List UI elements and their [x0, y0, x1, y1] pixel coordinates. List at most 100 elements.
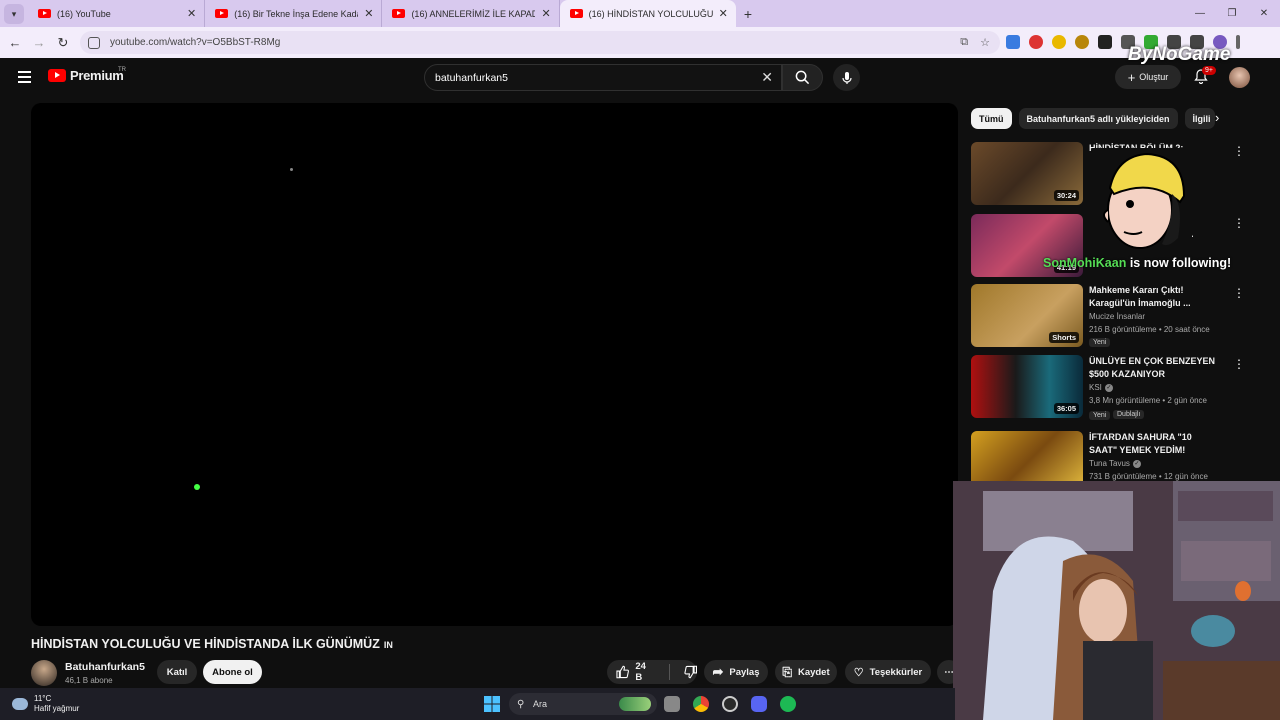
- browser-tab[interactable]: (16) ANNELERİMİZ İLE KAPADO ✕: [382, 0, 560, 27]
- browser-tab[interactable]: (16) YouTube ✕: [28, 0, 206, 27]
- recommendation-item[interactable]: Shorts Mahkeme Kararı Çıktı! Karagül'ün …: [971, 284, 1245, 348]
- new-tab-button[interactable]: +: [744, 0, 752, 27]
- thanks-button[interactable]: ♡ Teşekkürler: [845, 660, 931, 684]
- thanks-label: Teşekkürler: [869, 666, 923, 678]
- youtube-icon: [569, 9, 583, 18]
- back-icon[interactable]: ←: [3, 35, 27, 50]
- obs-icon[interactable]: [722, 696, 738, 712]
- bookmark-icon: ⎘: [782, 664, 792, 679]
- search-input[interactable]: batuhanfurkan5 ✕: [424, 64, 782, 91]
- more-options-icon[interactable]: ⋮: [1233, 144, 1245, 158]
- extension-icon[interactable]: [1075, 35, 1089, 49]
- subscribe-button[interactable]: Abone ol: [203, 660, 262, 684]
- chip-related[interactable]: İlgili: [1184, 108, 1215, 129]
- browser-tab-active[interactable]: (16) HİNDİSTAN YOLCULUĞU V ✕: [559, 0, 736, 27]
- browser-tab[interactable]: (16) Bir Tekne İnşa Edene Kadar ✕: [205, 0, 383, 27]
- more-options-icon[interactable]: ⋮: [1233, 286, 1245, 300]
- forward-icon[interactable]: →: [27, 35, 51, 50]
- extension-icon[interactable]: [1029, 35, 1043, 49]
- close-window-icon[interactable]: ✕: [1248, 0, 1280, 27]
- taskbar-search[interactable]: ⚲ Ara: [509, 693, 657, 715]
- verified-icon: ✓: [1132, 459, 1141, 468]
- install-icon[interactable]: ⧉: [960, 36, 968, 49]
- search-button[interactable]: [782, 64, 823, 91]
- search-icon: [795, 70, 810, 85]
- recommendation-meta: 216 B görüntüleme • 20 saat önce: [1089, 325, 1210, 334]
- recommendation-title[interactable]: İFTARDAN SAHURA "10 SAAT" YEMEK YEDİM!: [1089, 431, 1217, 457]
- more-options-icon[interactable]: ⋮: [1233, 357, 1245, 371]
- youtube-icon: [392, 9, 406, 18]
- share-button[interactable]: ➦ Paylaş: [704, 660, 768, 684]
- tab-title: (16) Bir Tekne İnşa Edene Kadar: [234, 8, 359, 19]
- video-title: HİNDİSTAN YOLCULUĞU VE HİNDİSTANDA İLK G…: [31, 637, 393, 651]
- bookmark-star-icon[interactable]: ☆: [980, 36, 990, 49]
- recommendation-channel-row[interactable]: KSI ✓: [1089, 383, 1113, 392]
- chip-all[interactable]: Tümü: [971, 108, 1012, 129]
- clear-search-icon[interactable]: ✕: [761, 69, 773, 86]
- close-tab-icon[interactable]: ✕: [541, 7, 550, 20]
- channel-avatar[interactable]: [31, 660, 57, 686]
- recommendation-channel[interactable]: KSI: [1089, 383, 1102, 392]
- task-view-icon[interactable]: [664, 696, 680, 712]
- recommendation-title[interactable]: Mahkeme Kararı Çıktı! Karagül'ün İmamoğl…: [1089, 284, 1217, 310]
- recommendation-channel[interactable]: Tuna Tavus: [1089, 459, 1130, 468]
- voice-search-button[interactable]: [833, 64, 860, 91]
- webcam-scene-image: [953, 481, 1280, 720]
- video-speck: [290, 168, 293, 171]
- channel-subscribers: 46,1 B abone: [65, 676, 113, 685]
- youtube-header: Premium TR batuhanfurkan5 ✕ + Oluştur 9+: [0, 58, 1280, 98]
- more-options-icon[interactable]: ⋮: [1233, 216, 1245, 230]
- browser-tab-bar: ▾ (16) YouTube ✕ (16) Bir Tekne İnşa Eden…: [0, 0, 1280, 27]
- discord-icon[interactable]: [751, 696, 767, 712]
- youtube-premium-logo[interactable]: Premium TR: [48, 67, 126, 83]
- new-badge: Yeni: [1089, 338, 1111, 347]
- minimize-icon[interactable]: —: [1184, 0, 1216, 27]
- like-button[interactable]: 24 B: [616, 661, 655, 683]
- url-text: youtube.com/watch?v=O5BbST-R8Mg: [110, 37, 281, 48]
- close-tab-icon[interactable]: ✕: [187, 7, 196, 20]
- restore-icon[interactable]: ❐: [1216, 0, 1248, 27]
- follower-alert-face-image: [1092, 148, 1192, 252]
- translate-extension-icon[interactable]: [1006, 35, 1020, 49]
- video-thumbnail[interactable]: Shorts: [971, 284, 1083, 347]
- recommendation-item[interactable]: 36:05 ÜNLÜYE EN ÇOK BENZEYEN $500 KAZANI…: [971, 355, 1245, 420]
- video-duration: 30:24: [1053, 190, 1079, 201]
- close-tab-icon[interactable]: ✕: [364, 7, 373, 20]
- create-button[interactable]: + Oluştur: [1115, 65, 1181, 89]
- join-button[interactable]: Katıl: [157, 660, 197, 684]
- browser-menu-icon[interactable]: [1236, 35, 1240, 49]
- video-player[interactable]: [31, 103, 958, 626]
- user-avatar[interactable]: [1229, 67, 1250, 88]
- recommendation-channel-row[interactable]: Tuna Tavus ✓: [1089, 459, 1141, 468]
- recommendation-channel[interactable]: Mucize İnsanlar: [1089, 312, 1145, 321]
- chip-from-uploader[interactable]: Batuhanfurkan5 adlı yükleyiciden: [1018, 108, 1178, 129]
- extension-icon[interactable]: [1052, 35, 1066, 49]
- url-field[interactable]: youtube.com/watch?v=O5BbST-R8Mg ⧉ ☆: [80, 31, 1000, 54]
- menu-icon[interactable]: [18, 71, 31, 86]
- weather-widget[interactable]: 11°C Hafif yağmur: [12, 694, 79, 714]
- recommendation-item[interactable]: İFTARDAN SAHURA "10 SAAT" YEMEK YEDİM! T…: [971, 431, 1231, 481]
- video-thumbnail[interactable]: 30:24: [971, 142, 1083, 205]
- video-thumbnail[interactable]: 36:05: [971, 355, 1083, 418]
- site-info-icon[interactable]: [88, 36, 100, 49]
- spotify-icon[interactable]: [780, 696, 796, 712]
- tab-search-icon[interactable]: ▾: [4, 4, 24, 24]
- like-dislike-group: 24 B: [607, 660, 697, 684]
- streamer-webcam: [953, 481, 1280, 720]
- youtube-icon: [38, 9, 51, 18]
- verified-icon: ✓: [1104, 383, 1113, 392]
- save-button[interactable]: ⎘ Kaydet: [775, 660, 837, 684]
- chrome-icon[interactable]: [693, 696, 709, 712]
- channel-name[interactable]: Batuhanfurkan5: [65, 661, 145, 673]
- windows-start-icon[interactable]: [484, 696, 500, 712]
- thumbs-down-icon[interactable]: [683, 665, 697, 679]
- recommendation-title[interactable]: ÜNLÜYE EN ÇOK BENZEYEN $500 KAZANIYOR: [1089, 355, 1217, 381]
- extension-icon[interactable]: [1098, 35, 1112, 49]
- heart-dollar-icon: ♡: [853, 666, 864, 679]
- reload-icon[interactable]: ↻: [51, 35, 75, 51]
- video-thumbnail[interactable]: [971, 431, 1083, 481]
- chevron-right-icon[interactable]: ›: [1215, 110, 1219, 125]
- os-taskbar: 11°C Hafif yağmur ⚲ Ara: [0, 688, 955, 720]
- close-tab-icon[interactable]: ✕: [719, 7, 728, 20]
- follow-alert: SonMohiKaan is now following!: [1043, 256, 1231, 270]
